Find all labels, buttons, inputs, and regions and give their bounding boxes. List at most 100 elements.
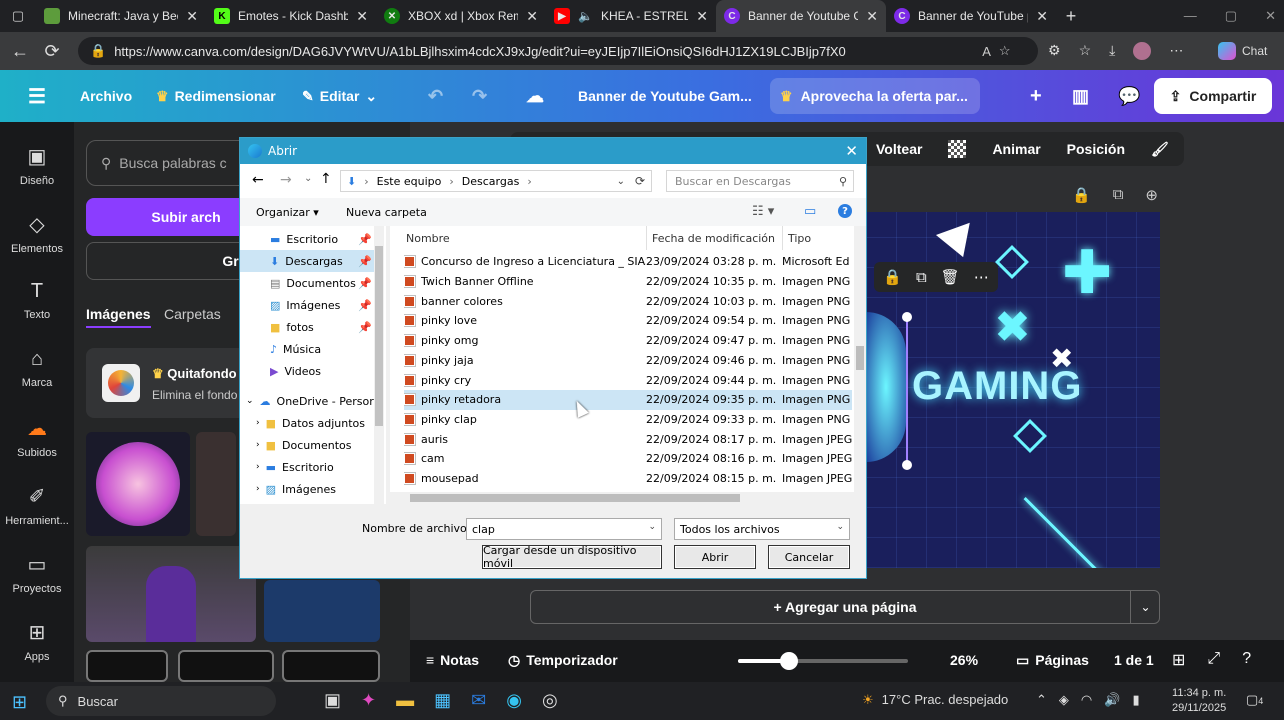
promo-offer-button[interactable]: ♛ Aprovecha la oferta par... bbox=[770, 78, 980, 114]
favorite-star-icon[interactable]: ☆ bbox=[999, 43, 1011, 59]
volume-icon[interactable]: 🔊 bbox=[1104, 692, 1120, 708]
rail-uploads[interactable]: ☁ Subidos bbox=[0, 416, 74, 459]
file-row[interactable]: pinky retadora 22/09/2024 09:35 p. m. Imag… bbox=[404, 389, 852, 410]
zoom-value[interactable]: 26% bbox=[950, 652, 978, 668]
column-date[interactable]: Fecha de modificación bbox=[652, 232, 775, 245]
windows-start-icon[interactable]: ⊞ bbox=[12, 692, 27, 713]
taskbar-search[interactable]: ⚲ Buscar bbox=[46, 686, 276, 716]
browser-tab-1[interactable]: Minecraft: Java y Bedro✕ bbox=[36, 0, 206, 32]
breadcrumb-item[interactable]: Este equipo bbox=[377, 175, 442, 188]
upload-thumb-player[interactable] bbox=[86, 546, 256, 642]
weather-widget[interactable]: ☀ 17°C Prac. despejado bbox=[862, 692, 1008, 708]
add-page-button[interactable]: + Agregar una página bbox=[530, 590, 1160, 624]
tab-actions-icon[interactable]: ▢ bbox=[0, 8, 36, 24]
rail-tools[interactable]: ✐ Herramient... bbox=[0, 484, 74, 527]
url-field[interactable]: 🔒 https://www.canva.com/design/DAG6JVYWt… bbox=[78, 37, 1038, 65]
wifi-icon[interactable]: ◠ bbox=[1081, 692, 1092, 708]
tree-item-desktop[interactable]: ▬ Escritorio 📌 bbox=[240, 228, 376, 250]
resize-handle[interactable] bbox=[902, 460, 912, 470]
resize-handle[interactable] bbox=[902, 312, 912, 322]
rail-brand[interactable]: ⌂ Marca bbox=[0, 348, 74, 389]
add-collaborator-icon[interactable]: + bbox=[1030, 70, 1042, 122]
browser-tab-4[interactable]: ▶🔈KHEA - ESTRELLAS✕ bbox=[546, 0, 716, 32]
upload-thumb-logo[interactable] bbox=[86, 650, 168, 682]
tree-item-desktop-od[interactable]: › ▬ Escritorio bbox=[240, 456, 376, 478]
minimize-icon[interactable]: — bbox=[1184, 8, 1197, 24]
search-input[interactable]: Buscar en Descargas ⚲ bbox=[666, 170, 854, 192]
fullscreen-icon[interactable]: ⤢ bbox=[1207, 650, 1220, 670]
transparency-icon[interactable] bbox=[948, 140, 967, 158]
close-icon[interactable]: ✕ bbox=[696, 8, 708, 25]
tree-item-onedrive[interactable]: ⌄ ☁ OneDrive - Persor bbox=[240, 390, 376, 412]
rail-text[interactable]: T Texto bbox=[0, 280, 74, 321]
preview-pane-icon[interactable]: ▭ bbox=[804, 204, 816, 219]
tree-item-attachments[interactable]: › ■ Datos adjuntos bbox=[240, 412, 376, 434]
rail-elements[interactable]: ◇ Elementos bbox=[0, 212, 74, 255]
filename-input[interactable]: clap ⌄ bbox=[466, 518, 662, 540]
tree-item-documents[interactable]: ▤ Documentos 📌 bbox=[240, 272, 376, 294]
tree-scrollbar[interactable] bbox=[374, 226, 384, 504]
zoom-slider[interactable] bbox=[738, 659, 908, 663]
paint-format-icon[interactable]: 🖌 bbox=[1151, 141, 1169, 158]
design-title[interactable]: Banner de Youtube Gam... bbox=[578, 70, 752, 122]
extensions-icon[interactable]: ⚙ bbox=[1048, 42, 1061, 60]
breadcrumb-item[interactable]: Descargas bbox=[462, 175, 520, 188]
rail-apps[interactable]: ⊞ Apps bbox=[0, 620, 74, 663]
edit-menu[interactable]: ✎ Editar ⌄ bbox=[302, 70, 377, 122]
grid-view-icon[interactable]: ⊞ bbox=[1172, 650, 1185, 670]
lock-icon[interactable]: 🔒 bbox=[883, 268, 902, 286]
chevron-down-icon[interactable]: ⌄ bbox=[648, 522, 656, 532]
help-icon[interactable]: ? bbox=[1242, 650, 1251, 670]
notification-icon[interactable]: ▢4 bbox=[1246, 692, 1263, 708]
copilot-icon[interactable]: ✦ bbox=[361, 690, 376, 711]
upload-thumb-logo[interactable] bbox=[178, 650, 274, 682]
comment-icon[interactable]: 💬 bbox=[1118, 70, 1140, 122]
back-icon[interactable]: ← bbox=[252, 172, 264, 188]
file-row[interactable]: pinky jaja 22/09/2024 09:46 p. m. Imagen P… bbox=[404, 351, 852, 371]
column-name[interactable]: Nombre bbox=[406, 232, 450, 245]
file-row[interactable]: Twich Banner Offline 22/09/2024 10:35 p. … bbox=[404, 272, 852, 292]
resize-button[interactable]: ♛ Redimensionar bbox=[156, 70, 276, 122]
download-icon[interactable]: ⤓ bbox=[1109, 42, 1115, 60]
upload-thumb-logo[interactable] bbox=[282, 650, 380, 682]
chevron-down-icon[interactable]: ⌄ bbox=[617, 176, 625, 187]
chevron-down-icon[interactable]: ⌄ bbox=[1130, 590, 1160, 624]
file-row[interactable]: Concurso de Ingreso a Licenciatura _ SIA… bbox=[404, 252, 852, 272]
tree-item-pictures[interactable]: ▨ Imágenes 📌 bbox=[240, 294, 376, 316]
browser-tab-6[interactable]: CBanner de YouTube par✕ bbox=[886, 0, 1056, 32]
rail-design[interactable]: ▣ Diseño bbox=[0, 144, 74, 187]
add-page-icon[interactable]: ⊕ bbox=[1145, 186, 1158, 204]
notes-button[interactable]: ≡ Notas bbox=[426, 652, 479, 668]
pages-button[interactable]: ▭ Páginas bbox=[1016, 652, 1089, 669]
new-folder-button[interactable]: Nueva carpeta bbox=[346, 206, 427, 219]
outlook-icon[interactable]: ✉ bbox=[471, 690, 486, 711]
obs-icon[interactable]: ◎ bbox=[542, 690, 558, 711]
tree-item-videos[interactable]: ▶ Videos bbox=[240, 360, 376, 382]
maximize-icon[interactable]: ▢ bbox=[1225, 8, 1237, 24]
menu-icon[interactable]: ☰ bbox=[28, 70, 46, 122]
file-row[interactable]: pinky clap 22/09/2024 09:33 p. m. Imagen P… bbox=[404, 410, 852, 430]
forward-icon[interactable]: → bbox=[280, 172, 292, 188]
zoom-slider-knob[interactable] bbox=[780, 652, 798, 670]
analytics-icon[interactable]: ▥ bbox=[1072, 70, 1089, 122]
tree-item-music[interactable]: ♪ Música bbox=[240, 338, 376, 360]
redo-icon[interactable]: ↷ bbox=[472, 70, 487, 122]
battery-icon[interactable]: ▮ bbox=[1132, 692, 1139, 708]
close-icon[interactable]: ✕ bbox=[526, 8, 538, 25]
file-row[interactable]: auris 22/09/2024 08:17 p. m. Imagen JPEG bbox=[404, 429, 852, 449]
timer-button[interactable]: ◷ Temporizador bbox=[508, 652, 618, 669]
lock-icon[interactable]: 🔒 bbox=[1072, 186, 1091, 204]
speaker-icon[interactable]: 🔈 bbox=[578, 9, 593, 23]
cloud-saved-icon[interactable]: ☁ bbox=[526, 70, 544, 122]
file-explorer-icon[interactable]: ▬ bbox=[396, 690, 414, 711]
file-menu[interactable]: Archivo bbox=[80, 70, 132, 122]
file-row[interactable]: pinky cry 22/09/2024 09:44 p. m. Imagen PN… bbox=[404, 370, 852, 390]
rail-projects[interactable]: ▭ Proyectos bbox=[0, 552, 74, 595]
tree-item-documents-od[interactable]: › ■ Documentos bbox=[240, 434, 376, 456]
new-tab-icon[interactable]: + bbox=[1056, 6, 1086, 27]
organize-menu[interactable]: Organizar ▾ bbox=[256, 206, 319, 219]
share-button[interactable]: ⇪ Compartir bbox=[1154, 78, 1272, 114]
file-scrollbar[interactable] bbox=[854, 226, 866, 504]
file-row[interactable]: mousepad 22/09/2024 08:15 p. m. Imagen JPE… bbox=[404, 469, 852, 489]
more-icon[interactable]: ⋯ bbox=[1169, 42, 1183, 60]
